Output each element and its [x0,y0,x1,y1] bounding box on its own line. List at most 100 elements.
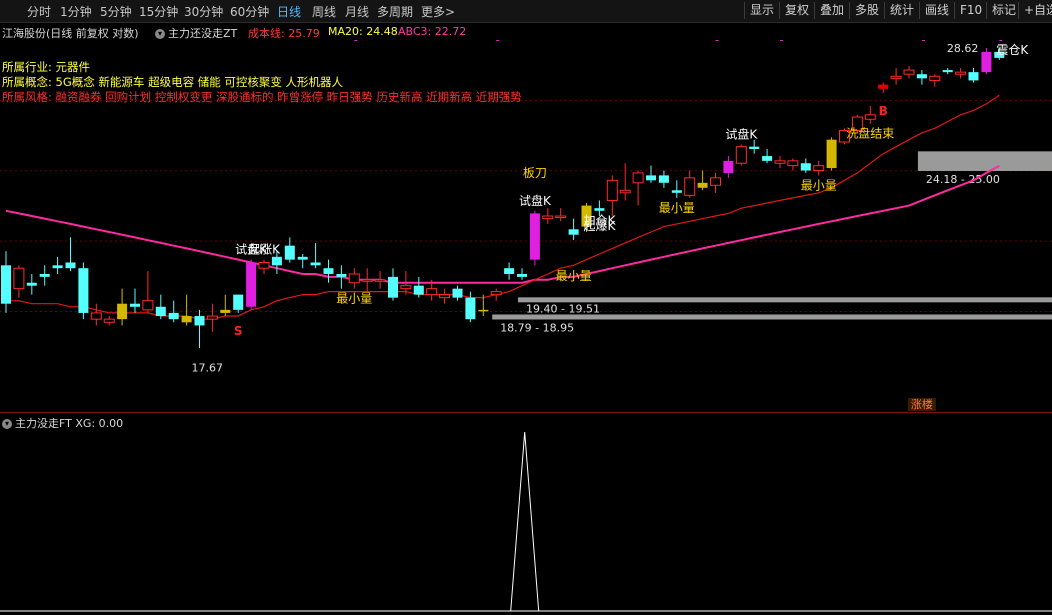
tab-monthly[interactable]: 月线 [345,3,369,20]
candle-body [348,273,360,284]
draw-line-button[interactable]: 画线 [919,2,954,19]
candle-body [1,265,11,304]
sub-indicator-chart[interactable] [0,428,1052,615]
candle-body [78,268,89,313]
zone-label: 19.40 - 19.51 [526,303,600,316]
signal-label: 起爆K [583,219,616,233]
tab-60min[interactable]: 60分钟 [230,3,269,20]
candle-body [258,261,270,269]
xg-spike [510,431,540,612]
tab-multi-period[interactable]: 多周期 [377,3,413,20]
display-button[interactable]: 显示 [744,2,779,19]
indicator-menu-icon[interactable]: ▾ [155,29,165,39]
tab-fenshi[interactable]: 分时 [27,3,51,20]
candle-body [826,139,837,169]
candle-body [439,294,451,299]
signal-marker: B [879,104,888,118]
ma20-value: MA20: 24.48 [328,25,398,38]
ma-line [5,164,1000,284]
signal-label: 试盘K [725,126,758,141]
candle-body [465,297,476,320]
candle-body [697,182,708,188]
cost-line-value: 成本线: 25.79 [248,27,320,40]
candle-body [658,175,669,183]
candle-body [246,262,257,307]
mark-button[interactable]: 标记 [986,2,1021,19]
top-dot [715,40,719,41]
candle-body [26,282,37,286]
tab-weekly[interactable]: 周线 [312,3,336,20]
signal-label: 最小量 [659,201,695,215]
candle-body [142,300,154,311]
tab-15min[interactable]: 15分钟 [139,3,178,20]
top-dot [999,40,1003,41]
candle-body [723,160,734,173]
tab-daily[interactable]: 日线 [277,3,301,20]
price-zone [492,314,1052,320]
stats-button[interactable]: 统计 [884,2,919,19]
candle-body [504,268,515,274]
candle-body [284,245,295,260]
signal-marker: S [234,324,243,338]
candle-body [710,177,721,186]
panel-divider [0,412,1052,413]
signal-label: 起涨K [248,242,281,257]
tab-more[interactable]: 更多> [421,3,455,20]
candle-body [117,303,128,320]
adjust-button[interactable]: 复权 [779,2,814,19]
f10-button[interactable]: F10 [954,2,987,19]
candle-body [181,316,192,323]
candle-body [981,51,992,73]
candle-body [374,279,386,282]
signal-label: 最小量 [336,292,372,306]
top-dot [921,40,925,41]
candle-body [594,208,605,211]
tab-30min[interactable]: 30分钟 [184,3,223,20]
candle-body [903,69,915,75]
price-note: 28.62 [947,42,979,55]
candle-body [168,312,179,320]
add-watchlist-button[interactable]: +自选 [1018,2,1052,19]
candle-body [555,215,567,219]
candle-body [762,156,773,161]
candle-body [452,288,463,298]
candle-body [646,175,656,181]
price-zone [917,151,1052,171]
main-kline-chart[interactable]: 24.18 - 25.0019.40 - 19.5118.79 - 18.95试… [0,40,1052,412]
signal-label: 震仓K [996,43,1029,57]
candle-body [361,279,373,282]
tab-5min[interactable]: 5分钟 [100,3,132,20]
price-zone [518,297,1052,303]
candle-body [206,315,218,320]
candle-body [916,74,927,79]
tab-1min[interactable]: 1分钟 [60,3,92,20]
candle-body [774,160,786,164]
indicator-name[interactable]: ▾ 主力还没走ZT [155,25,237,41]
candle-body [413,285,424,295]
multi-stock-button[interactable]: 多股 [849,2,884,19]
candle-body [684,177,696,196]
candle-body [220,309,231,313]
candle-body [52,265,63,269]
signal-label: 试盘K [519,193,552,208]
candle-body [619,189,631,194]
tag-label: 涨楼 [911,397,933,411]
candle-body [490,291,502,296]
candle-body [297,256,308,260]
stock-title: 江海股份(日线 前复权 对数) [2,27,139,40]
top-dot [496,40,500,41]
candle-body [890,75,902,79]
top-dot [354,40,358,41]
candle-body [632,172,644,184]
candle-body [529,213,540,260]
candle-body [478,309,489,312]
top-dot [780,40,783,41]
candle-body [968,72,979,81]
candle-body [878,84,889,89]
overlay-button[interactable]: 叠加 [814,2,849,19]
candle-body [735,146,747,164]
candle-body [65,262,76,269]
candle-body [929,75,941,81]
candle-body [813,165,825,171]
candle-body [39,273,50,277]
